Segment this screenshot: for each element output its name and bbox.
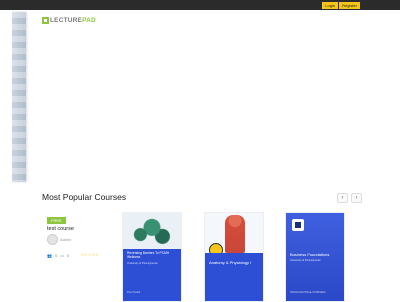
course-cover-title: Business Foundations — [290, 252, 330, 257]
course-card[interactable]: FREE test course Admin 👥 0 ▭ 0 ☆☆☆☆☆ — [42, 212, 114, 300]
section-title: Most Popular Courses — [42, 192, 127, 202]
course-cover-panel: Reversing Barriers To PCMH Wellness Univ… — [123, 249, 181, 301]
course-cover-title: Reversing Barriers To PCMH Wellness — [127, 251, 170, 259]
logo-text-lecture: LECTURE — [50, 17, 83, 24]
course-image — [123, 213, 181, 249]
course-card[interactable]: Anatomy & Physiology I — [204, 212, 264, 302]
logo-mark-icon — [42, 17, 49, 24]
author-name: Admin — [60, 237, 72, 242]
avatar — [47, 234, 58, 245]
course-cover-subtitle: University of Pennsylvania — [127, 262, 158, 265]
carousel-nav: ‹ › — [337, 193, 362, 203]
register-button[interactable]: Register — [339, 2, 360, 9]
rating-stars: ☆☆☆☆☆ — [80, 252, 99, 257]
login-button[interactable]: Login — [322, 2, 339, 9]
site-logo[interactable]: LECTUREPAD — [42, 17, 96, 24]
university-logo-icon — [292, 219, 304, 231]
free-badge: FREE — [47, 217, 66, 224]
students-count: 0 — [54, 252, 58, 258]
course-cover-panel: Business Foundations University of Penns… — [286, 213, 344, 301]
chevron-right-icon[interactable]: › — [351, 193, 362, 203]
lessons-icon: ▭ — [60, 252, 64, 258]
course-cover-subtitle: University of Pennsylvania — [290, 259, 321, 262]
students-icon: 👥 — [47, 252, 52, 258]
course-author: Admin — [47, 234, 71, 245]
logo-text-pad: PAD — [82, 17, 96, 24]
course-cover-panel: Anatomy & Physiology I — [205, 253, 263, 301]
lessons-count: 0 — [67, 252, 70, 258]
course-stats: 👥 0 ▭ 0 ☆☆☆☆☆ — [47, 252, 99, 258]
course-image — [205, 213, 263, 257]
auth-links: Login Register — [322, 2, 360, 9]
course-cover-title: Anatomy & Physiology I — [209, 260, 252, 265]
course-card[interactable]: Reversing Barriers To PCMH Wellness Univ… — [122, 212, 182, 302]
course-cover-footer: SPECIALIZATION ■ COURSERA — [290, 291, 326, 294]
top-bar: Login Register — [0, 0, 400, 10]
logo-text: LECTUREPAD — [50, 17, 96, 24]
anatomy-figure-icon — [225, 215, 245, 253]
course-cover-footer: Penn Health — [127, 291, 141, 294]
chevron-left-icon[interactable]: ‹ — [337, 193, 348, 203]
hero-image — [12, 12, 26, 182]
course-title[interactable]: test course — [47, 226, 74, 232]
course-card[interactable]: Business Foundations University of Penns… — [285, 212, 345, 302]
